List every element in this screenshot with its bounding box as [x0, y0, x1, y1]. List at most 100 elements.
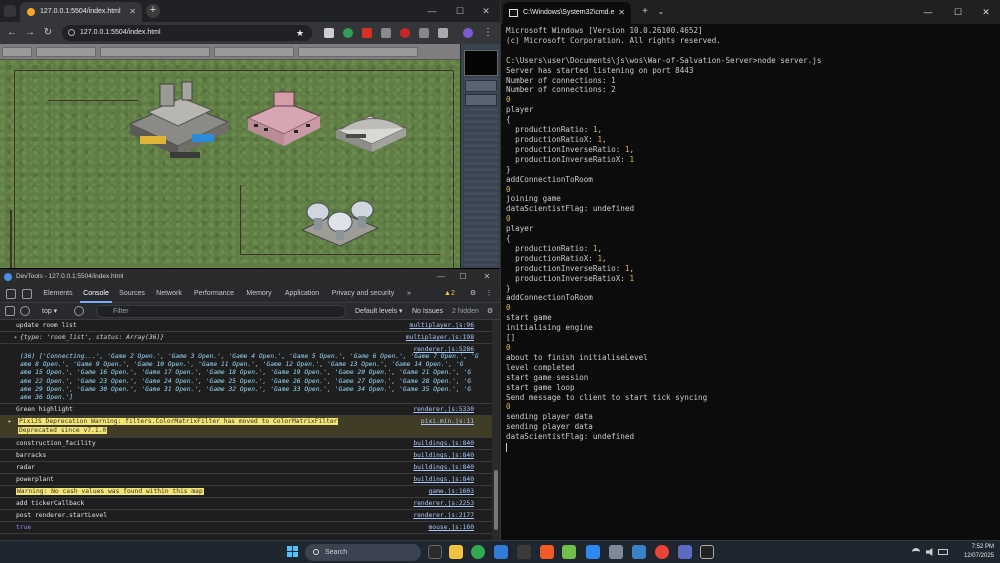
extension-icon[interactable]	[381, 28, 391, 38]
log-source-link[interactable]: renderer.js:2253	[413, 500, 474, 507]
file-explorer-icon[interactable]	[449, 545, 463, 559]
tab-sources[interactable]: Sources	[116, 285, 148, 303]
close-window-icon[interactable]: ✕	[472, 0, 500, 22]
maximize-icon[interactable]: ☐	[452, 269, 474, 285]
inspect-icon[interactable]	[6, 289, 16, 299]
log-source-link[interactable]: game.js:1603	[429, 488, 475, 495]
browser-tab[interactable]: 127.0.0.1:5504/index.html ✕	[20, 2, 142, 22]
brave-icon[interactable]	[540, 545, 554, 559]
app-icon[interactable]	[586, 545, 600, 559]
more-tabs-icon[interactable]: »	[402, 285, 416, 303]
close-window-icon[interactable]: ✕	[971, 0, 1000, 24]
log-source-link[interactable]: buildings.js:840	[413, 476, 474, 483]
log-source-link[interactable]: buildings.js:840	[413, 464, 474, 471]
chevron-down-icon[interactable]: ⌄	[653, 2, 669, 22]
battery-icon[interactable]	[938, 549, 948, 555]
chrome-icon[interactable]	[471, 545, 485, 559]
log-row-array[interactable]: renderer.js:5286 (36) ['Connecting...', …	[0, 344, 492, 404]
app-icon[interactable]	[609, 545, 623, 559]
tab-console[interactable]: Console	[80, 285, 112, 303]
clear-console-icon[interactable]	[20, 306, 30, 316]
task-view-icon[interactable]	[428, 545, 442, 559]
expand-triangle-icon[interactable]: ▸	[8, 418, 12, 425]
back-icon[interactable]: ←	[4, 22, 20, 44]
log-source-link[interactable]: renderer.js:5286	[413, 346, 474, 353]
device-toolbar-icon[interactable]	[22, 289, 32, 299]
tab-elements[interactable]: Elements	[40, 285, 76, 303]
extension-icon[interactable]	[419, 28, 429, 38]
new-tab-button[interactable]: +	[637, 2, 653, 22]
tab-network[interactable]: Network	[152, 285, 186, 303]
forward-icon[interactable]: →	[22, 22, 38, 44]
puzzle-icon[interactable]	[438, 28, 448, 38]
console-filter-input[interactable]: Filter	[96, 305, 346, 318]
terminal-tab[interactable]: C:\Windows\System32\cmd.e ✕	[503, 2, 631, 24]
terminal-prompt[interactable]	[506, 442, 996, 452]
log-source-link[interactable]: multiplayer.js:198	[406, 334, 474, 341]
log-source-link[interactable]: buildings.js:840	[413, 452, 474, 459]
bookmark-star-icon[interactable]: ★	[296, 25, 304, 41]
close-tab-icon[interactable]: ✕	[129, 2, 136, 22]
app-icon[interactable]	[678, 545, 692, 559]
warning-badge[interactable]: ▲2	[444, 288, 455, 300]
terminal-output[interactable]: Microsoft Windows [Version 10.0.26100.46…	[506, 26, 996, 536]
volume-icon[interactable]	[926, 548, 933, 556]
taskbar-clock[interactable]: 7:52 PM 12/07/2025	[950, 543, 994, 561]
terminal-icon[interactable]	[700, 545, 714, 559]
settings-gear-icon[interactable]: ⚙	[466, 285, 480, 303]
vscode-icon[interactable]	[494, 545, 508, 559]
taskbar-search[interactable]: Search	[305, 544, 421, 561]
radar-building[interactable]	[334, 108, 408, 154]
maximize-icon[interactable]: ☐	[943, 0, 973, 24]
barracks-building[interactable]	[244, 88, 324, 148]
expand-triangle-icon[interactable]: ▸	[14, 334, 18, 341]
start-windows-icon[interactable]	[287, 546, 299, 558]
log-source-link[interactable]: renderer.js:5330	[413, 406, 474, 413]
new-tab-button[interactable]: +	[146, 4, 160, 18]
minimap[interactable]	[464, 50, 498, 76]
extension-icon[interactable]	[324, 28, 334, 38]
extension-icon[interactable]	[400, 28, 410, 38]
log-source-link[interactable]: multiplayer.js:96	[410, 322, 474, 329]
build-tab-button[interactable]	[465, 94, 497, 106]
minimize-icon[interactable]: —	[913, 0, 943, 24]
tab-privacy-security[interactable]: Privacy and security	[328, 285, 398, 303]
sidebar-toggle-icon[interactable]	[5, 306, 15, 316]
minimize-icon[interactable]: —	[430, 269, 452, 285]
scrollbar-thumb[interactable]	[494, 470, 498, 530]
console-scrollbar[interactable]	[492, 320, 500, 541]
chrome-icon[interactable]	[655, 545, 669, 559]
notepad-plus-icon[interactable]	[562, 545, 576, 559]
tab-memory[interactable]: Memory	[242, 285, 276, 303]
build-tab-button[interactable]	[465, 80, 497, 92]
minimize-icon[interactable]: —	[418, 0, 446, 22]
reload-icon[interactable]: ↻	[40, 22, 56, 44]
log-row[interactable]: {type: 'room_list', status: Array(36)} ▸…	[0, 332, 492, 344]
tab-search-button[interactable]	[4, 5, 16, 17]
log-source-link[interactable]: mouse.js:160	[429, 524, 475, 531]
address-bar[interactable]: 127.0.0.1:5504/index.html	[62, 25, 312, 41]
wifi-icon[interactable]	[912, 548, 920, 556]
close-window-icon[interactable]: ✕	[476, 269, 498, 285]
issues-button[interactable]: No Issues	[412, 306, 443, 317]
extension-icon[interactable]	[362, 28, 372, 38]
log-source-link[interactable]: pixi.min.js:11	[421, 418, 474, 425]
close-tab-icon[interactable]: ✕	[618, 2, 625, 24]
live-expression-eye-icon[interactable]	[74, 306, 84, 316]
tab-application[interactable]: Application	[280, 285, 324, 303]
app-icon[interactable]	[632, 545, 646, 559]
log-source-link[interactable]: buildings.js:840	[413, 440, 474, 447]
context-selector[interactable]: top ▾	[42, 306, 57, 317]
log-levels-dropdown[interactable]: Default levels ▾	[355, 306, 403, 317]
powerplant-building[interactable]	[298, 190, 382, 250]
log-source-link[interactable]: renderer.js:2177	[413, 512, 474, 519]
devtools-menu-icon[interactable]: ⋮	[482, 285, 496, 303]
site-info-icon[interactable]	[68, 29, 75, 36]
console-settings-gear-icon[interactable]: ⚙	[484, 303, 496, 320]
extension-icon[interactable]	[343, 28, 353, 38]
menu-kebab-icon[interactable]: ⋮	[480, 22, 496, 44]
construction-facility-building[interactable]	[120, 74, 230, 164]
app-icon[interactable]	[517, 545, 531, 559]
tab-performance[interactable]: Performance	[190, 285, 238, 303]
maximize-icon[interactable]: ☐	[446, 0, 474, 22]
